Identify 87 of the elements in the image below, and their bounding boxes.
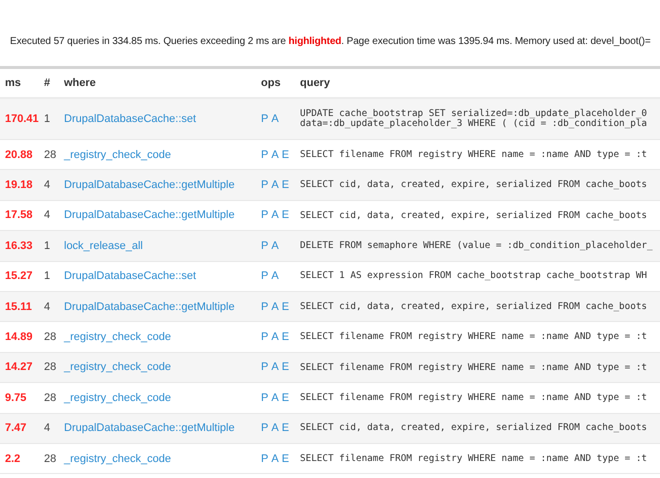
call-count: 28 (44, 148, 56, 161)
operation-link[interactable]: E (282, 392, 290, 404)
operation-link[interactable]: A (271, 148, 279, 161)
operation-link[interactable]: E (282, 422, 290, 434)
call-count: 28 (44, 331, 56, 344)
duration-ms: 7.47 (5, 422, 26, 434)
operation-link[interactable]: A (271, 392, 279, 404)
operation-link[interactable]: P (261, 392, 268, 404)
function-link[interactable]: DrupalDatabaseCache::set (64, 113, 196, 125)
query-text: SELECT filename FROM registry WHERE name = :name AND type = :t (300, 452, 648, 464)
call-count: 4 (44, 422, 50, 434)
call-count: 28 (44, 392, 56, 404)
call-count: 4 (44, 179, 50, 192)
duration-ms: 16.33 (5, 240, 33, 252)
duration-ms: 15.27 (5, 270, 33, 282)
duration-ms: 170.41 (5, 113, 39, 125)
query-summary-text: Executed 57 queries in 334.85 ms. Queries exceeding 2 ms are highlighted. Page execution time was 1395.94 ms. Memory used at: devel_boot()= (10, 36, 652, 47)
operation-link[interactable]: P (261, 361, 268, 374)
query-text: SELECT cid, data, created, expire, serialized FROM cache_boots (300, 210, 648, 221)
operation-link[interactable]: A (271, 113, 279, 125)
operation-link[interactable]: A (271, 452, 279, 465)
operation-link[interactable]: E (282, 452, 290, 465)
call-count: 28 (44, 361, 56, 374)
operation-link[interactable]: E (282, 361, 290, 374)
operation-link[interactable]: A (271, 240, 279, 252)
column-header: # (43, 77, 52, 89)
function-link[interactable]: DrupalDatabaseCache::getMultiple (64, 179, 235, 192)
query-text: SELECT filename FROM registry WHERE name = :name AND type = :t (300, 362, 648, 373)
duration-ms: 17.58 (5, 209, 33, 222)
call-count: 1 (44, 270, 50, 282)
duration-ms: 20.88 (5, 148, 33, 161)
column-header: where (63, 77, 97, 89)
function-link[interactable]: _registry_check_code (64, 148, 172, 161)
call-count: 28 (44, 452, 56, 465)
operation-link[interactable]: E (282, 148, 290, 161)
duration-ms: 14.89 (5, 331, 33, 344)
function-link[interactable]: DrupalDatabaseCache::getMultiple (64, 422, 235, 434)
operation-link[interactable]: P (261, 331, 268, 344)
operation-link[interactable]: P (261, 300, 268, 313)
function-link[interactable]: _registry_check_code (64, 452, 172, 465)
operation-link[interactable]: E (282, 331, 290, 344)
operation-link[interactable]: A (271, 179, 279, 192)
query-text: SELECT cid, data, created, expire, serialized FROM cache_boots (300, 179, 648, 190)
query-text: SELECT filename FROM registry WHERE name = :name AND type = :t (300, 148, 648, 160)
operation-link[interactable]: P (261, 452, 268, 465)
duration-ms: 2.2 (5, 452, 20, 465)
function-link[interactable]: _registry_check_code (64, 361, 172, 374)
call-count: 1 (44, 113, 50, 125)
operation-link[interactable]: A (271, 270, 279, 282)
operation-link[interactable]: A (271, 331, 279, 344)
call-count: 4 (44, 209, 50, 222)
duration-ms: 19.18 (5, 179, 33, 192)
operation-link[interactable]: A (271, 422, 279, 434)
query-text: SELECT 1 AS expression FROM cache_bootstrap cache_bootstrap WH (300, 270, 648, 282)
duration-ms: 9.75 (5, 392, 26, 404)
operation-link[interactable]: P (261, 148, 268, 161)
query-text: UPDATE cache_bootstrap SET serialized=:db_update_placeholder_0 data=:db_update_placeholder_3 WHERE ( (cid = :db_condition_pla (300, 108, 648, 129)
column-header: ops (260, 77, 282, 89)
query-text: DELETE FROM semaphore WHERE (value = :db_condition_placeholder_ (300, 240, 653, 251)
duration-ms: 14.27 (5, 361, 33, 374)
query-text: SELECT cid, data, created, expire, serialized FROM cache_boots (300, 300, 648, 312)
function-link[interactable]: DrupalDatabaseCache::getMultiple (64, 209, 235, 222)
function-link[interactable]: _registry_check_code (64, 392, 172, 404)
call-count: 4 (44, 300, 50, 313)
query-text: SELECT filename FROM registry WHERE name = :name AND type = :t (300, 331, 648, 342)
operation-link[interactable]: P (261, 209, 268, 222)
function-link[interactable]: lock_release_all (64, 240, 143, 252)
call-count: 1 (44, 240, 50, 252)
operation-link[interactable]: P (261, 240, 268, 252)
operation-link[interactable]: P (261, 270, 268, 282)
query-text: SELECT cid, data, created, expire, serialized FROM cache_boots (300, 422, 648, 434)
operation-link[interactable]: E (282, 300, 290, 313)
operation-link[interactable]: A (271, 300, 279, 313)
function-link[interactable]: _registry_check_code (64, 331, 172, 344)
operation-link[interactable]: P (261, 422, 268, 434)
operation-link[interactable]: P (261, 113, 268, 125)
query-text: SELECT filename FROM registry WHERE name = :name AND type = :t (300, 392, 648, 403)
function-link[interactable]: DrupalDatabaseCache::getMultiple (64, 300, 235, 313)
operation-link[interactable]: E (282, 179, 290, 192)
column-header: query (299, 77, 331, 89)
function-link[interactable]: DrupalDatabaseCache::set (64, 270, 196, 282)
operation-link[interactable]: P (261, 179, 268, 192)
column-header: ms (4, 77, 22, 89)
operation-link[interactable]: E (282, 209, 290, 222)
operation-link[interactable]: A (271, 209, 279, 222)
operation-link[interactable]: A (271, 361, 279, 374)
duration-ms: 15.11 (5, 300, 32, 313)
